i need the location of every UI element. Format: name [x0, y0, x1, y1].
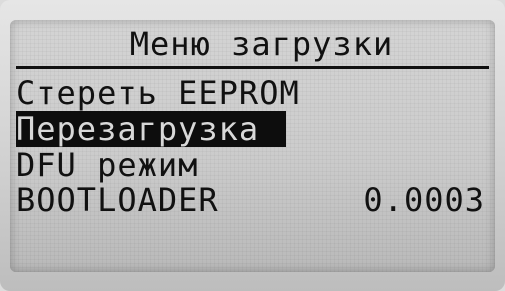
bootloader-label: BOOTLOADER: [16, 181, 219, 219]
device-frame: Меню загрузки Стереть EEPROM Перезагрузк…: [0, 0, 505, 291]
menu-item-dfu-mode[interactable]: DFU режим: [10, 147, 495, 183]
title-divider: [16, 66, 489, 69]
menu-title: Меню загрузки: [129, 25, 394, 63]
lcd-screen: Меню загрузки Стереть EEPROM Перезагрузк…: [10, 20, 495, 272]
menu-item-reboot[interactable]: Перезагрузка: [16, 111, 286, 147]
menu-item-bootloader[interactable]: BOOTLOADER 0.0003: [10, 182, 495, 218]
menu-item-erase-eeprom[interactable]: Стереть EEPROM: [10, 75, 495, 111]
bootloader-version: 0.0003: [363, 181, 485, 219]
